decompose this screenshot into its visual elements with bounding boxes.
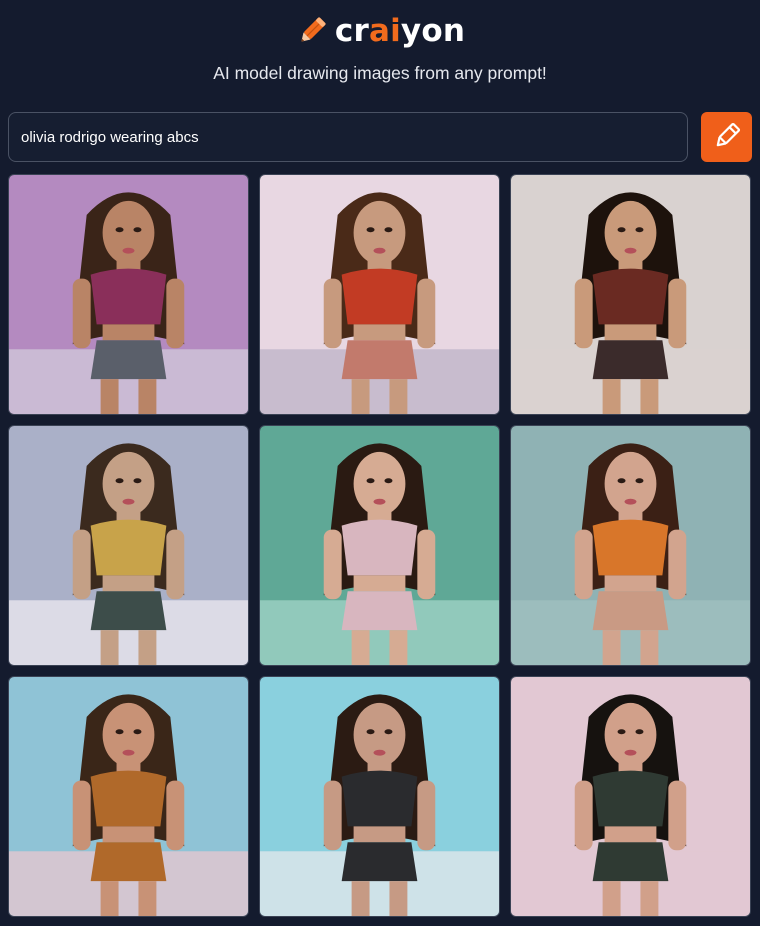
generated-image[interactable]: [510, 676, 751, 917]
image-figure: [9, 677, 248, 916]
generated-image[interactable]: [510, 174, 751, 415]
generated-image[interactable]: [259, 676, 500, 917]
image-figure: [511, 677, 750, 916]
generated-image[interactable]: [259, 425, 500, 666]
prompt-input[interactable]: [8, 112, 688, 162]
logo[interactable]: craiyon: [0, 8, 760, 54]
image-figure: [260, 175, 499, 414]
generated-image[interactable]: [8, 174, 249, 415]
image-figure: [260, 426, 499, 665]
logo-text: craiyon: [334, 13, 466, 49]
tagline: AI model drawing images from any prompt!: [213, 63, 547, 83]
image-figure: [260, 677, 499, 916]
generated-image[interactable]: [8, 425, 249, 666]
draw-button[interactable]: [701, 112, 752, 162]
image-figure: [511, 175, 750, 414]
image-figure: [511, 426, 750, 665]
pencil-icon: [712, 121, 742, 154]
craiyon-page: craiyon AI model drawing images from any…: [0, 0, 760, 926]
generated-image[interactable]: [259, 174, 500, 415]
image-figure: [9, 175, 248, 414]
generated-image[interactable]: [510, 425, 751, 666]
logo-accent: ai: [368, 13, 401, 49]
generated-image[interactable]: [8, 676, 249, 917]
image-figure: [9, 426, 248, 665]
pencil-icon: [295, 14, 329, 48]
image-grid: [8, 174, 752, 917]
